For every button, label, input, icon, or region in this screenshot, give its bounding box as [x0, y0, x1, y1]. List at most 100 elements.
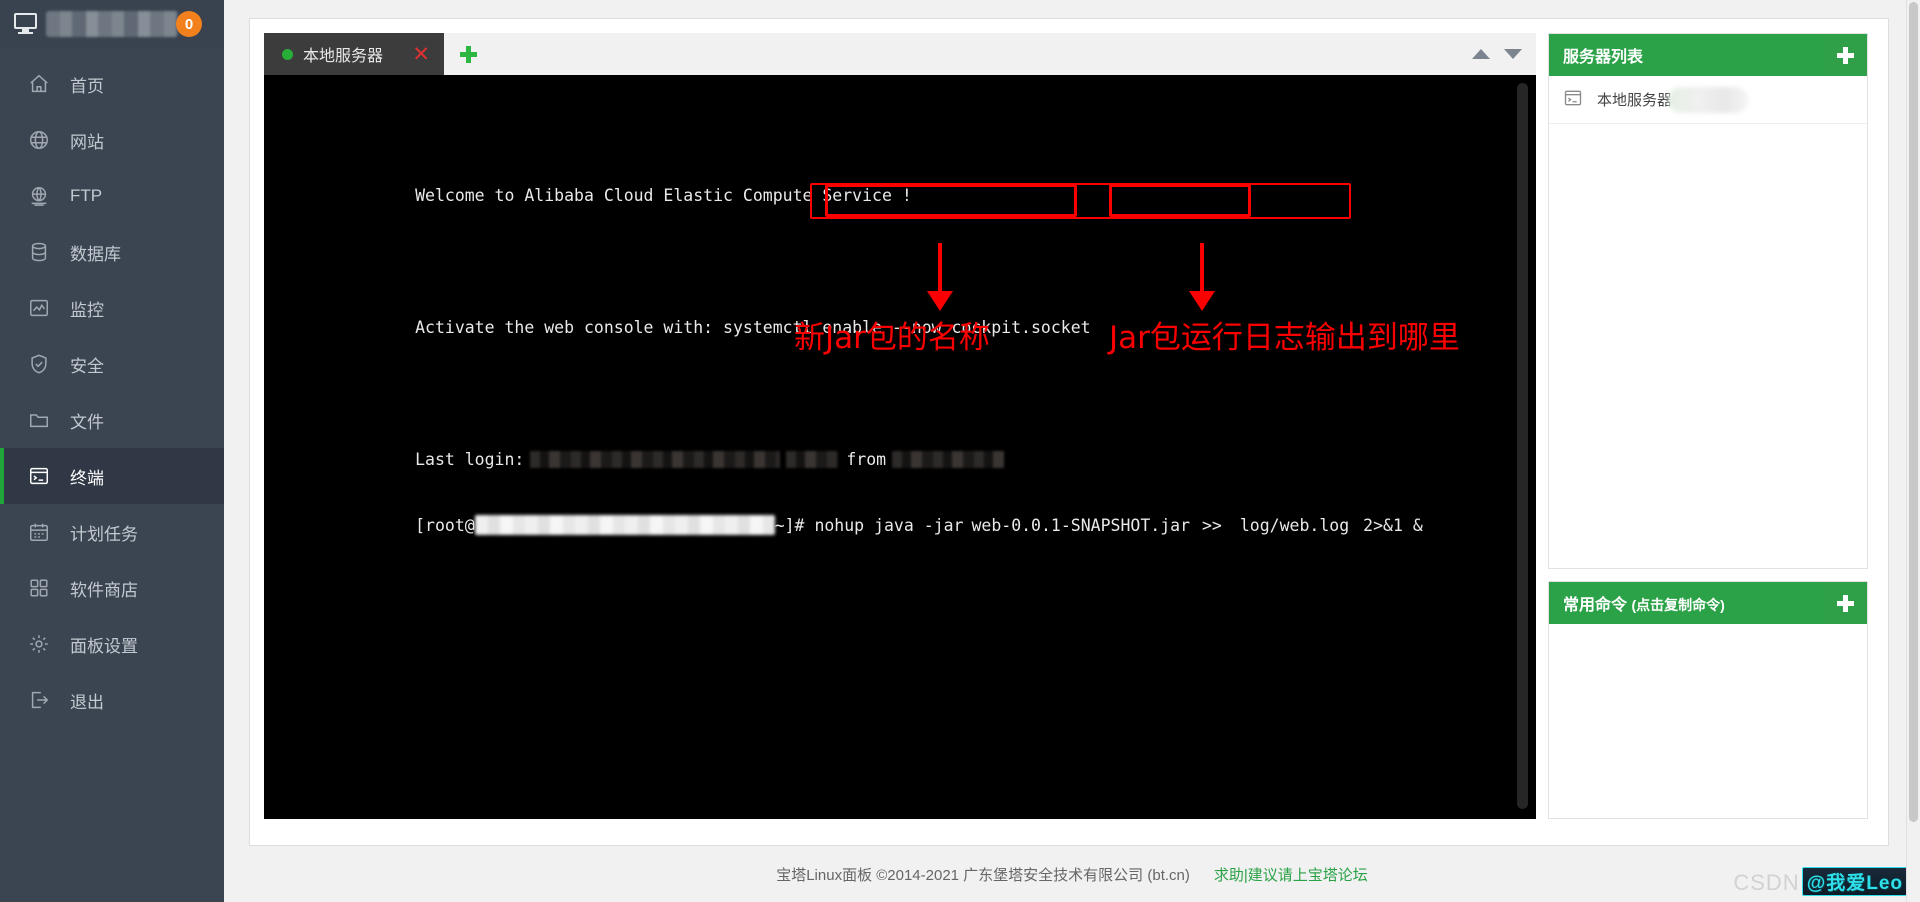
- sidebar-item-home[interactable]: 首页: [0, 56, 224, 112]
- command-jar: web-0.0.1-SNAPSHOT.jar: [971, 516, 1190, 535]
- common-commands-title-wrap: 常用命令 (点击复制命令): [1563, 591, 1725, 615]
- sidebar-item-terminal[interactable]: 终端: [0, 448, 224, 504]
- redacted-login-date: [530, 451, 781, 468]
- annotation-label-jar: 新Jar包的名称: [794, 320, 990, 356]
- command-log: log/web.log: [1239, 516, 1350, 535]
- scroll-down-icon[interactable]: [1504, 49, 1522, 59]
- terminal-tabstrip: 本地服务器 ✕: [264, 33, 1536, 75]
- sidebar-item-label: 网站: [70, 132, 104, 152]
- server-list-header: 服务器列表: [1549, 34, 1867, 76]
- footer: 宝塔Linux面板 ©2014-2021 广东堡塔安全技术有限公司 (bt.cn…: [224, 846, 1920, 902]
- sidebar-item-security[interactable]: 安全: [0, 336, 224, 392]
- sidebar-item-label: 退出: [70, 692, 104, 712]
- terminal-output[interactable]: Welcome to Alibaba Cloud Elastic Compute…: [264, 75, 1536, 819]
- sidebar-item-files[interactable]: 文件: [0, 392, 224, 448]
- terminal-icon: [1563, 88, 1583, 112]
- sidebar-item-cron[interactable]: 计划任务: [0, 504, 224, 560]
- scroll-up-icon[interactable]: [1472, 49, 1490, 59]
- sidebar-item-ftp[interactable]: FTP: [0, 168, 224, 224]
- last-login-from-label: from: [846, 450, 887, 469]
- common-commands-title: 常用命令: [1563, 597, 1628, 614]
- page-scrollbar[interactable]: [1906, 0, 1920, 902]
- sidebar-item-monitor[interactable]: 监控: [0, 280, 224, 336]
- server-list-item[interactable]: 本地服务器: [1549, 76, 1867, 124]
- watermark: CSDN @我爱Leo: [1733, 867, 1908, 896]
- redacted-server-name: [46, 11, 178, 37]
- add-command-button[interactable]: [1823, 582, 1867, 624]
- redacted-hostname: [474, 515, 775, 535]
- notification-badge[interactable]: 0: [176, 11, 202, 37]
- grid-icon: [26, 575, 52, 601]
- folder-icon: [26, 407, 52, 433]
- command-redirect: >>: [1202, 516, 1222, 535]
- sidebar-item-label: 终端: [70, 468, 104, 488]
- terminal-tab[interactable]: 本地服务器 ✕: [264, 33, 444, 75]
- sidebar-item-appstore[interactable]: 软件商店: [0, 560, 224, 616]
- right-column: 服务器列表 本地服务器 常用命令 (点击复制命令): [1548, 33, 1868, 819]
- terminal-line-welcome: Welcome to Alibaba Cloud Elastic Compute…: [276, 163, 1536, 205]
- terminal-line-command: [root@ ~]# nohup java -jar web-0.0.1-SNAPS…: [276, 493, 1536, 535]
- monitor-icon: [14, 13, 40, 35]
- add-server-button[interactable]: [1823, 34, 1867, 76]
- command-tail: 2>&1 &: [1363, 516, 1423, 535]
- plus-icon: [1836, 46, 1854, 64]
- watermark-handle: @我爱Leo: [1801, 867, 1908, 896]
- globe-icon: [26, 127, 52, 153]
- terminal-line-activate: Activate the web console with: systemctl…: [276, 295, 1536, 337]
- annotation-label-log: Jar包运行日志输出到哪里: [1109, 320, 1460, 356]
- sidebar-item-label: 数据库: [70, 244, 121, 264]
- ftp-icon: [26, 183, 52, 209]
- annotation-arrow-jar: [927, 243, 953, 311]
- footer-forum-link[interactable]: 求助|建议请上宝塔论坛: [1214, 864, 1368, 885]
- add-tab-button[interactable]: [444, 33, 493, 75]
- tab-status-dot: [282, 48, 293, 60]
- sidebar-item-label: 软件商店: [70, 580, 138, 600]
- command-head: nohup java -jar: [814, 516, 964, 535]
- redacted-login-time: [786, 451, 839, 468]
- sidebar-header: 0: [0, 0, 224, 48]
- watermark-prefix: CSDN: [1733, 870, 1800, 895]
- sidebar-menu: 首页 网站 FTP 数据库 监控 安全 文件 终端 计划任务 软件商店 面板设置…: [0, 48, 224, 728]
- prompt-prefix: [root@: [415, 516, 475, 535]
- terminal-icon: [26, 463, 52, 489]
- highlight-box-command: [810, 183, 1351, 219]
- terminal-line-lastlogin: Last login: from: [276, 427, 1536, 469]
- monitor-chart-icon: [26, 295, 52, 321]
- terminal-scroll-controls: [1472, 33, 1528, 75]
- main-area: 本地服务器 ✕ Welcome to Alibaba Cloud Elastic…: [224, 0, 1920, 902]
- terminal-panel: 本地服务器 ✕ Welcome to Alibaba Cloud Elastic…: [264, 33, 1536, 819]
- common-commands-subtitle: (点击复制命令): [1631, 597, 1725, 613]
- terminal-card: 本地服务器 ✕ Welcome to Alibaba Cloud Elastic…: [249, 18, 1889, 846]
- server-list-panel: 服务器列表 本地服务器: [1548, 33, 1868, 569]
- database-icon: [26, 239, 52, 265]
- last-login-label: Last login:: [415, 450, 525, 469]
- footer-copyright: 宝塔Linux面板 ©2014-2021 广东堡塔安全技术有限公司 (bt.cn…: [776, 866, 1190, 884]
- shield-check-icon: [26, 351, 52, 377]
- common-commands-panel: 常用命令 (点击复制命令): [1548, 581, 1868, 819]
- redacted-login-ip: [892, 451, 1005, 468]
- gear-icon: [26, 631, 52, 657]
- logout-icon: [26, 687, 52, 713]
- sidebar-item-label: 首页: [70, 76, 104, 96]
- sidebar-item-website[interactable]: 网站: [0, 112, 224, 168]
- plus-icon: [1836, 594, 1854, 612]
- redacted-server-ip: [1668, 86, 1749, 113]
- plus-icon: [460, 45, 477, 63]
- sidebar-item-label: 面板设置: [70, 636, 138, 656]
- close-icon[interactable]: ✕: [412, 44, 430, 65]
- annotation-arrow-log: [1189, 243, 1215, 311]
- server-list-item-label: 本地服务器: [1597, 92, 1673, 109]
- home-icon: [26, 71, 52, 97]
- prompt-suffix: ~]#: [774, 516, 805, 535]
- sidebar: 0 首页 网站 FTP 数据库 监控 安全 文件 终端 计划任务 软件商店 面板…: [0, 0, 224, 902]
- sidebar-item-label: 文件: [70, 412, 104, 432]
- sidebar-item-label: FTP: [70, 186, 103, 205]
- terminal-scrollbar[interactable]: [1517, 83, 1528, 809]
- sidebar-item-database[interactable]: 数据库: [0, 224, 224, 280]
- sidebar-item-label: 监控: [70, 300, 104, 320]
- sidebar-item-label: 计划任务: [70, 524, 138, 544]
- sidebar-item-settings[interactable]: 面板设置: [0, 616, 224, 672]
- page-scrollbar-thumb[interactable]: [1909, 2, 1918, 822]
- sidebar-item-logout[interactable]: 退出: [0, 672, 224, 728]
- calendar-icon: [26, 519, 52, 545]
